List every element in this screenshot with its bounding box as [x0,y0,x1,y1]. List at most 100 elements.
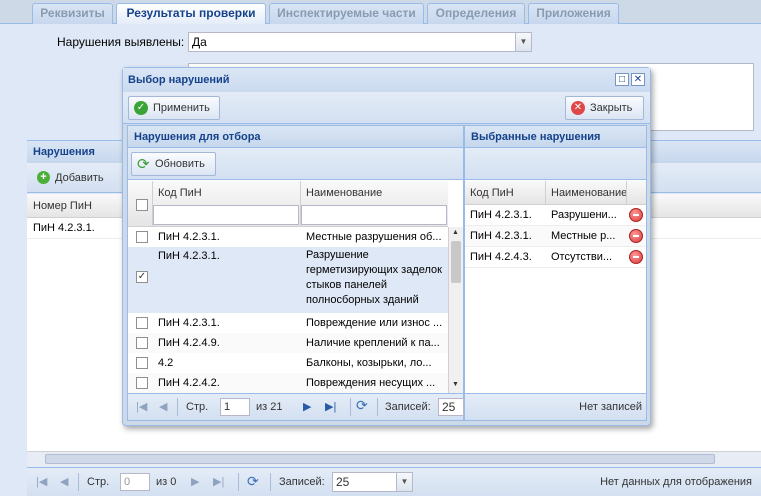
last-page-icon[interactable]: ▶| [325,400,336,413]
prev-page-icon[interactable]: ◀ [60,475,68,488]
refresh-icon[interactable]: ⟳ [247,473,259,490]
next-page-icon[interactable]: ▶ [303,400,311,413]
tab-definitions[interactable]: Определения [427,3,525,24]
violations-found-label: Нарушения выявлены: [57,35,185,49]
chevron-down-icon[interactable]: ▼ [515,32,532,52]
row-code: ПиН 4.2.3.1. [158,317,220,329]
close-button[interactable]: ✕ Закрыть [565,96,644,120]
scrollbar-thumb[interactable] [45,454,715,464]
row-checkbox[interactable] [136,231,148,243]
dialog-title-text: Выбор нарушений [128,74,230,86]
tab-check-results[interactable]: Результаты проверки [116,3,266,25]
row-name: Разрушени... [551,209,617,221]
selected-panel-toolbar [465,148,646,180]
scrollbar-thumb[interactable] [451,241,461,283]
row-code: 4.2 [158,357,174,369]
table-row-selected[interactable]: ✓ ПиН 4.2.3.1. Разрушение герметизирующи… [128,247,448,313]
available-grid-header: Код ПиН Наименование [128,181,448,227]
page-count: из 21 [256,401,283,413]
row-code: ПиН 4.2.3.1. [470,230,532,242]
dialog-pager: |◀ ◀ Стр. 1 из 21 ▶ ▶| ⟳ Записей: 25 [128,393,464,420]
tab-requisites[interactable]: Реквизиты [32,3,113,24]
row-name: Местные р... [551,230,616,242]
page-label: Стр. [87,476,110,488]
records-per-page-combo[interactable]: 25 ▼ [332,472,413,492]
prev-page-icon[interactable]: ◀ [159,400,167,413]
row-code: ПиН 4.2.4.2. [158,377,220,389]
bottom-pager: |◀ ◀ Стр. 0 из 0 ▶ ▶| ⟳ Записей: 25 ▼ Не… [27,467,761,496]
dialog-toolbar: ✓ Применить ✕ Закрыть [123,92,650,124]
refresh-button-label: Обновить [155,158,205,170]
row-code: ПиН 4.2.4.3. [470,251,532,263]
page-count: из 0 [156,476,177,488]
table-row[interactable]: ПиН 4.2.3.1. Местные разрушения об... [128,227,448,247]
row-number: ПиН 4.2.3.1. [33,222,95,234]
scroll-up-icon[interactable]: ▲ [452,229,459,236]
remove-icon[interactable] [629,208,643,222]
row-name: Балконы, козырьки, ло... [306,357,432,369]
row-checkbox[interactable] [136,317,148,329]
selected-panel-title: Выбранные нарушения [465,126,646,148]
next-page-icon[interactable]: ▶ [191,475,199,488]
table-row[interactable]: ПиН 4.2.4.2. Повреждения несущих ... [128,373,448,393]
selected-violations-panel: Выбранные нарушения Код ПиН Наименование… [464,125,647,421]
table-row[interactable]: 4.2 Балконы, козырьки, ло... [128,353,448,373]
column-code[interactable]: Код ПиН [470,187,514,199]
close-icon[interactable]: ✕ [631,73,645,86]
first-page-icon[interactable]: |◀ [36,475,47,488]
maximize-icon[interactable]: □ [615,73,629,86]
refresh-icon: ⟳ [137,156,150,173]
row-code: ПиН 4.2.3.1. [158,231,220,243]
remove-icon[interactable] [629,250,643,264]
check-icon: ✓ [134,101,148,115]
available-panel-toolbar: ⟳ Обновить [128,148,463,180]
column-name[interactable]: Наименование [551,187,627,199]
column-code[interactable]: Код ПиН [158,187,202,199]
table-row[interactable]: ПиН 4.2.3.1. Разрушени... [465,205,646,226]
records-label: Записей: [385,401,431,413]
table-row[interactable]: ПиН 4.2.3.1. Повреждение или износ ... [128,313,448,333]
row-checkbox-checked[interactable]: ✓ [136,271,148,283]
page-input[interactable]: 0 [120,473,150,491]
refresh-icon[interactable]: ⟳ [356,397,368,414]
horizontal-scrollbar[interactable] [27,451,761,467]
table-row[interactable]: ПиН 4.2.4.3. Отсутстви... [465,247,646,268]
scroll-down-icon[interactable]: ▼ [452,381,459,388]
add-button[interactable]: + Добавить [37,167,104,189]
close-circle-icon: ✕ [571,101,585,115]
tab-inspected-parts[interactable]: Инспектируемые части [269,3,424,24]
row-code: ПиН 4.2.3.1. [470,209,532,221]
violations-found-combo[interactable]: Да ▼ [188,32,532,52]
row-name: Отсутстви... [551,251,613,263]
row-checkbox[interactable] [136,357,148,369]
table-row[interactable]: ПиН 4.2.4.9. Наличие креплений к па... [128,333,448,353]
remove-icon[interactable] [629,229,643,243]
page-input[interactable]: 1 [220,398,250,416]
row-code: ПиН 4.2.3.1. [158,250,220,262]
vertical-scrollbar[interactable]: ▲ ▼ [448,227,463,393]
table-row[interactable]: ПиН 4.2.3.1. Местные р... [465,226,646,247]
column-number[interactable]: Номер ПиН [33,200,92,212]
tab-attachments[interactable]: Приложения [528,3,619,24]
selected-status: Нет записей [579,401,642,413]
select-all-checkbox[interactable] [136,199,148,211]
pager-status: Нет данных для отображения [600,476,752,488]
row-name: Разрушение герметизирующих заделок стыко… [306,249,442,306]
available-violations-panel: Нарушения для отбора ⟳ Обновить Код ПиН … [127,125,464,421]
apply-button-label: Применить [153,102,210,114]
column-name[interactable]: Наименование [306,187,382,199]
first-page-icon[interactable]: |◀ [136,400,147,413]
row-name: Местные разрушения об... [306,231,442,243]
refresh-button[interactable]: ⟳ Обновить [131,152,216,176]
name-filter-input[interactable] [301,205,447,225]
row-checkbox[interactable] [136,377,148,389]
chevron-down-icon[interactable]: ▼ [396,472,413,492]
apply-button[interactable]: ✓ Применить [128,96,220,120]
plus-icon: + [37,171,50,184]
code-filter-input[interactable] [153,205,299,225]
row-name: Повреждение или износ ... [306,317,443,329]
dialog-title: Выбор нарушений □ ✕ [123,68,650,92]
last-page-icon[interactable]: ▶| [213,475,224,488]
records-per-page-input[interactable]: 25 [438,398,464,416]
row-checkbox[interactable] [136,337,148,349]
